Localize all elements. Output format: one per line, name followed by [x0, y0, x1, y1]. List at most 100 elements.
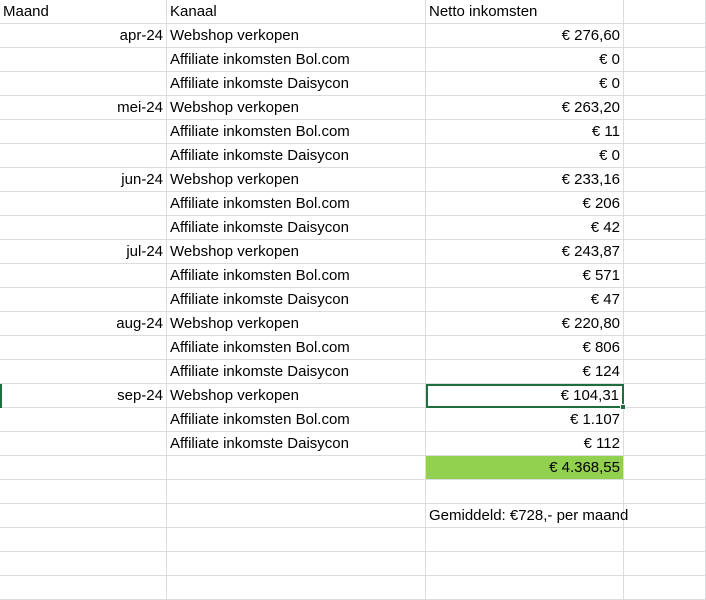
- cell-netto-inkomsten-row-23[interactable]: [426, 528, 624, 552]
- cell-kanaal-row-18[interactable]: Affiliate inkomsten Bol.com: [167, 408, 426, 432]
- cell-maand-row-6[interactable]: [0, 120, 167, 144]
- cell-maand-row-8[interactable]: jun-24: [0, 168, 167, 192]
- cell-extra-row-23[interactable]: [624, 528, 706, 552]
- cell-maand-row-14[interactable]: aug-24: [0, 312, 167, 336]
- cell-netto-inkomsten-row-6[interactable]: € 11: [426, 120, 624, 144]
- cell-maand-row-25[interactable]: [0, 576, 167, 600]
- cell-netto-inkomsten-row-10[interactable]: € 42: [426, 216, 624, 240]
- cell-netto-inkomsten-row-7[interactable]: € 0: [426, 144, 624, 168]
- cell-extra-row-3[interactable]: [624, 48, 706, 72]
- header-cell-kanaal[interactable]: Kanaal: [167, 0, 426, 24]
- cell-netto-inkomsten-row-12[interactable]: € 571: [426, 264, 624, 288]
- cell-netto-inkomsten-row-19[interactable]: € 112: [426, 432, 624, 456]
- cell-maand-row-7[interactable]: [0, 144, 167, 168]
- cell-kanaal-row-22[interactable]: [167, 504, 426, 528]
- header-cell-maand[interactable]: Maand: [0, 0, 167, 24]
- cell-kanaal-row-23[interactable]: [167, 528, 426, 552]
- cell-extra-row-20[interactable]: [624, 456, 706, 480]
- cell-netto-inkomsten-row-11[interactable]: € 243,87: [426, 240, 624, 264]
- cell-extra-row-7[interactable]: [624, 144, 706, 168]
- cell-netto-inkomsten-row-14[interactable]: € 220,80: [426, 312, 624, 336]
- cell-extra-row-4[interactable]: [624, 72, 706, 96]
- cell-kanaal-row-24[interactable]: [167, 552, 426, 576]
- cell-netto-inkomsten-row-13[interactable]: € 47: [426, 288, 624, 312]
- cell-kanaal-row-14[interactable]: Webshop verkopen: [167, 312, 426, 336]
- fill-handle[interactable]: [620, 404, 626, 410]
- cell-extra-row-13[interactable]: [624, 288, 706, 312]
- cell-kanaal-row-21[interactable]: [167, 480, 426, 504]
- cell-kanaal-row-13[interactable]: Affiliate inkomste Daisycon: [167, 288, 426, 312]
- cell-maand-row-9[interactable]: [0, 192, 167, 216]
- cell-maand-row-18[interactable]: [0, 408, 167, 432]
- cell-maand-row-2[interactable]: apr-24: [0, 24, 167, 48]
- cell-extra-row-2[interactable]: [624, 24, 706, 48]
- cell-kanaal-row-5[interactable]: Webshop verkopen: [167, 96, 426, 120]
- cell-extra-row-6[interactable]: [624, 120, 706, 144]
- cell-netto-inkomsten-row-24[interactable]: [426, 552, 624, 576]
- cell-netto-inkomsten-row-16[interactable]: € 124: [426, 360, 624, 384]
- cell-maand-row-24[interactable]: [0, 552, 167, 576]
- cell-maand-row-23[interactable]: [0, 528, 167, 552]
- cell-netto-inkomsten-row-4[interactable]: € 0: [426, 72, 624, 96]
- cell-maand-row-3[interactable]: [0, 48, 167, 72]
- cell-kanaal-row-9[interactable]: Affiliate inkomsten Bol.com: [167, 192, 426, 216]
- cell-kanaal-row-11[interactable]: Webshop verkopen: [167, 240, 426, 264]
- cell-netto-inkomsten-row-5[interactable]: € 263,20: [426, 96, 624, 120]
- cell-extra-row-11[interactable]: [624, 240, 706, 264]
- cell-maand-row-22[interactable]: [0, 504, 167, 528]
- cell-kanaal-row-12[interactable]: Affiliate inkomsten Bol.com: [167, 264, 426, 288]
- cell-netto-inkomsten-row-2[interactable]: € 276,60: [426, 24, 624, 48]
- cell-maand-row-11[interactable]: jul-24: [0, 240, 167, 264]
- cell-extra-row-15[interactable]: [624, 336, 706, 360]
- cell-kanaal-row-15[interactable]: Affiliate inkomsten Bol.com: [167, 336, 426, 360]
- cell-kanaal-row-6[interactable]: Affiliate inkomsten Bol.com: [167, 120, 426, 144]
- cell-kanaal-row-16[interactable]: Affiliate inkomste Daisycon: [167, 360, 426, 384]
- cell-kanaal-row-7[interactable]: Affiliate inkomste Daisycon: [167, 144, 426, 168]
- cell-extra-row-14[interactable]: [624, 312, 706, 336]
- cell-extra-row-8[interactable]: [624, 168, 706, 192]
- cell-kanaal-row-3[interactable]: Affiliate inkomsten Bol.com: [167, 48, 426, 72]
- cell-extra-row-9[interactable]: [624, 192, 706, 216]
- total-cell[interactable]: € 4.368,55: [426, 456, 624, 480]
- cell-netto-inkomsten-row-8[interactable]: € 233,16: [426, 168, 624, 192]
- cell-maand-row-21[interactable]: [0, 480, 167, 504]
- cell-extra-row-24[interactable]: [624, 552, 706, 576]
- cell-maand-row-5[interactable]: mei-24: [0, 96, 167, 120]
- cell-kanaal-row-20[interactable]: [167, 456, 426, 480]
- cell-kanaal-row-25[interactable]: [167, 576, 426, 600]
- cell-netto-inkomsten-row-25[interactable]: [426, 576, 624, 600]
- cell-extra-row-22[interactable]: [624, 504, 706, 528]
- cell-netto-inkomsten-row-22[interactable]: Gemiddeld: €728,- per maand: [426, 504, 628, 528]
- cell-extra-row-19[interactable]: [624, 432, 706, 456]
- cell-maand-row-10[interactable]: [0, 216, 167, 240]
- cell-extra-row-12[interactable]: [624, 264, 706, 288]
- cell-extra-row-25[interactable]: [624, 576, 706, 600]
- cell-kanaal-row-2[interactable]: Webshop verkopen: [167, 24, 426, 48]
- cell-netto-inkomsten-row-3[interactable]: € 0: [426, 48, 624, 72]
- cell-kanaal-row-4[interactable]: Affiliate inkomste Daisycon: [167, 72, 426, 96]
- cell-maand-row-12[interactable]: [0, 264, 167, 288]
- cell-netto-inkomsten-row-21[interactable]: [426, 480, 624, 504]
- cell-extra-row-16[interactable]: [624, 360, 706, 384]
- cell-netto-inkomsten-row-9[interactable]: € 206: [426, 192, 624, 216]
- cell-netto-inkomsten-row-15[interactable]: € 806: [426, 336, 624, 360]
- cell-maand-row-19[interactable]: [0, 432, 167, 456]
- cell-kanaal-row-19[interactable]: Affiliate inkomste Daisycon: [167, 432, 426, 456]
- cell-maand-row-20[interactable]: [0, 456, 167, 480]
- cell-maand-row-17[interactable]: sep-24: [0, 384, 167, 408]
- cell-maand-row-4[interactable]: [0, 72, 167, 96]
- cell-extra-row-10[interactable]: [624, 216, 706, 240]
- cell-maand-row-15[interactable]: [0, 336, 167, 360]
- cell-maand-row-16[interactable]: [0, 360, 167, 384]
- cell-extra-row-21[interactable]: [624, 480, 706, 504]
- cell-kanaal-row-17[interactable]: Webshop verkopen: [167, 384, 426, 408]
- cell-extra-row-17[interactable]: [624, 384, 706, 408]
- cell-netto-inkomsten-row-18[interactable]: € 1.107: [426, 408, 624, 432]
- cell-kanaal-row-10[interactable]: Affiliate inkomste Daisycon: [167, 216, 426, 240]
- cell-maand-row-13[interactable]: [0, 288, 167, 312]
- cell-extra-row-18[interactable]: [624, 408, 706, 432]
- cell-extra-row-5[interactable]: [624, 96, 706, 120]
- header-cell-extra[interactable]: [624, 0, 706, 24]
- cell-kanaal-row-8[interactable]: Webshop verkopen: [167, 168, 426, 192]
- header-cell-netto-inkomsten[interactable]: Netto inkomsten: [426, 0, 624, 24]
